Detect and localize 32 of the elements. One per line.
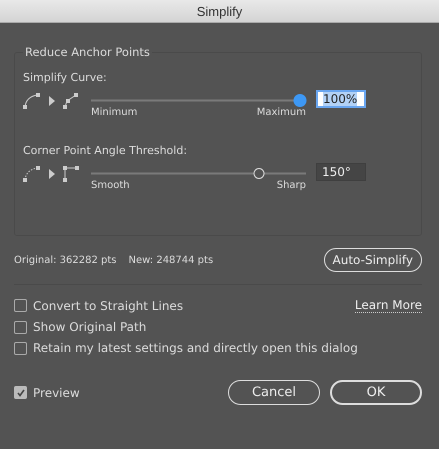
slider-label: Corner Point Angle Threshold:	[23, 144, 188, 157]
slider-label: Simplify Curve:	[23, 71, 107, 84]
original-count: Original: 362282 pts	[14, 254, 117, 266]
min-label: Smooth	[91, 180, 130, 191]
auto-simplify-button[interactable]: Auto-Simplify	[324, 248, 422, 272]
window-title: Simplify	[196, 4, 242, 18]
dotted-curve-icon	[23, 166, 41, 182]
corner-icon	[63, 166, 79, 182]
value-field[interactable]: 150°	[316, 163, 366, 181]
option-label: Convert to Straight Lines	[33, 298, 184, 312]
max-label: Maximum	[256, 107, 306, 118]
curve-icon	[23, 93, 41, 109]
new-count: New: 248744 pts	[128, 254, 214, 266]
checkbox[interactable]	[14, 386, 27, 399]
checkbox[interactable]	[14, 299, 27, 312]
max-label: Sharp	[276, 180, 306, 191]
polyline-icon	[63, 93, 79, 109]
checkbox[interactable]	[14, 320, 27, 334]
play-arrow-icon	[49, 169, 55, 179]
option-label: Show Original Path	[33, 320, 146, 334]
play-arrow-icon	[49, 96, 55, 106]
ok-button[interactable]: OK	[330, 380, 422, 405]
value-field[interactable]: 100%	[316, 90, 366, 108]
slider-thumb[interactable]	[254, 168, 265, 179]
group-title: Reduce Anchor Points	[23, 45, 152, 59]
cancel-button[interactable]: Cancel	[228, 380, 320, 405]
slider-thumb[interactable]	[293, 94, 306, 107]
checkbox[interactable]	[14, 342, 27, 354]
learn-more-link[interactable]: Learn More	[354, 298, 422, 313]
option-label: Retain my latest settings and directly open this dialog	[33, 341, 358, 355]
preview-label: Preview	[33, 386, 80, 400]
min-label: Minimum	[91, 107, 138, 118]
